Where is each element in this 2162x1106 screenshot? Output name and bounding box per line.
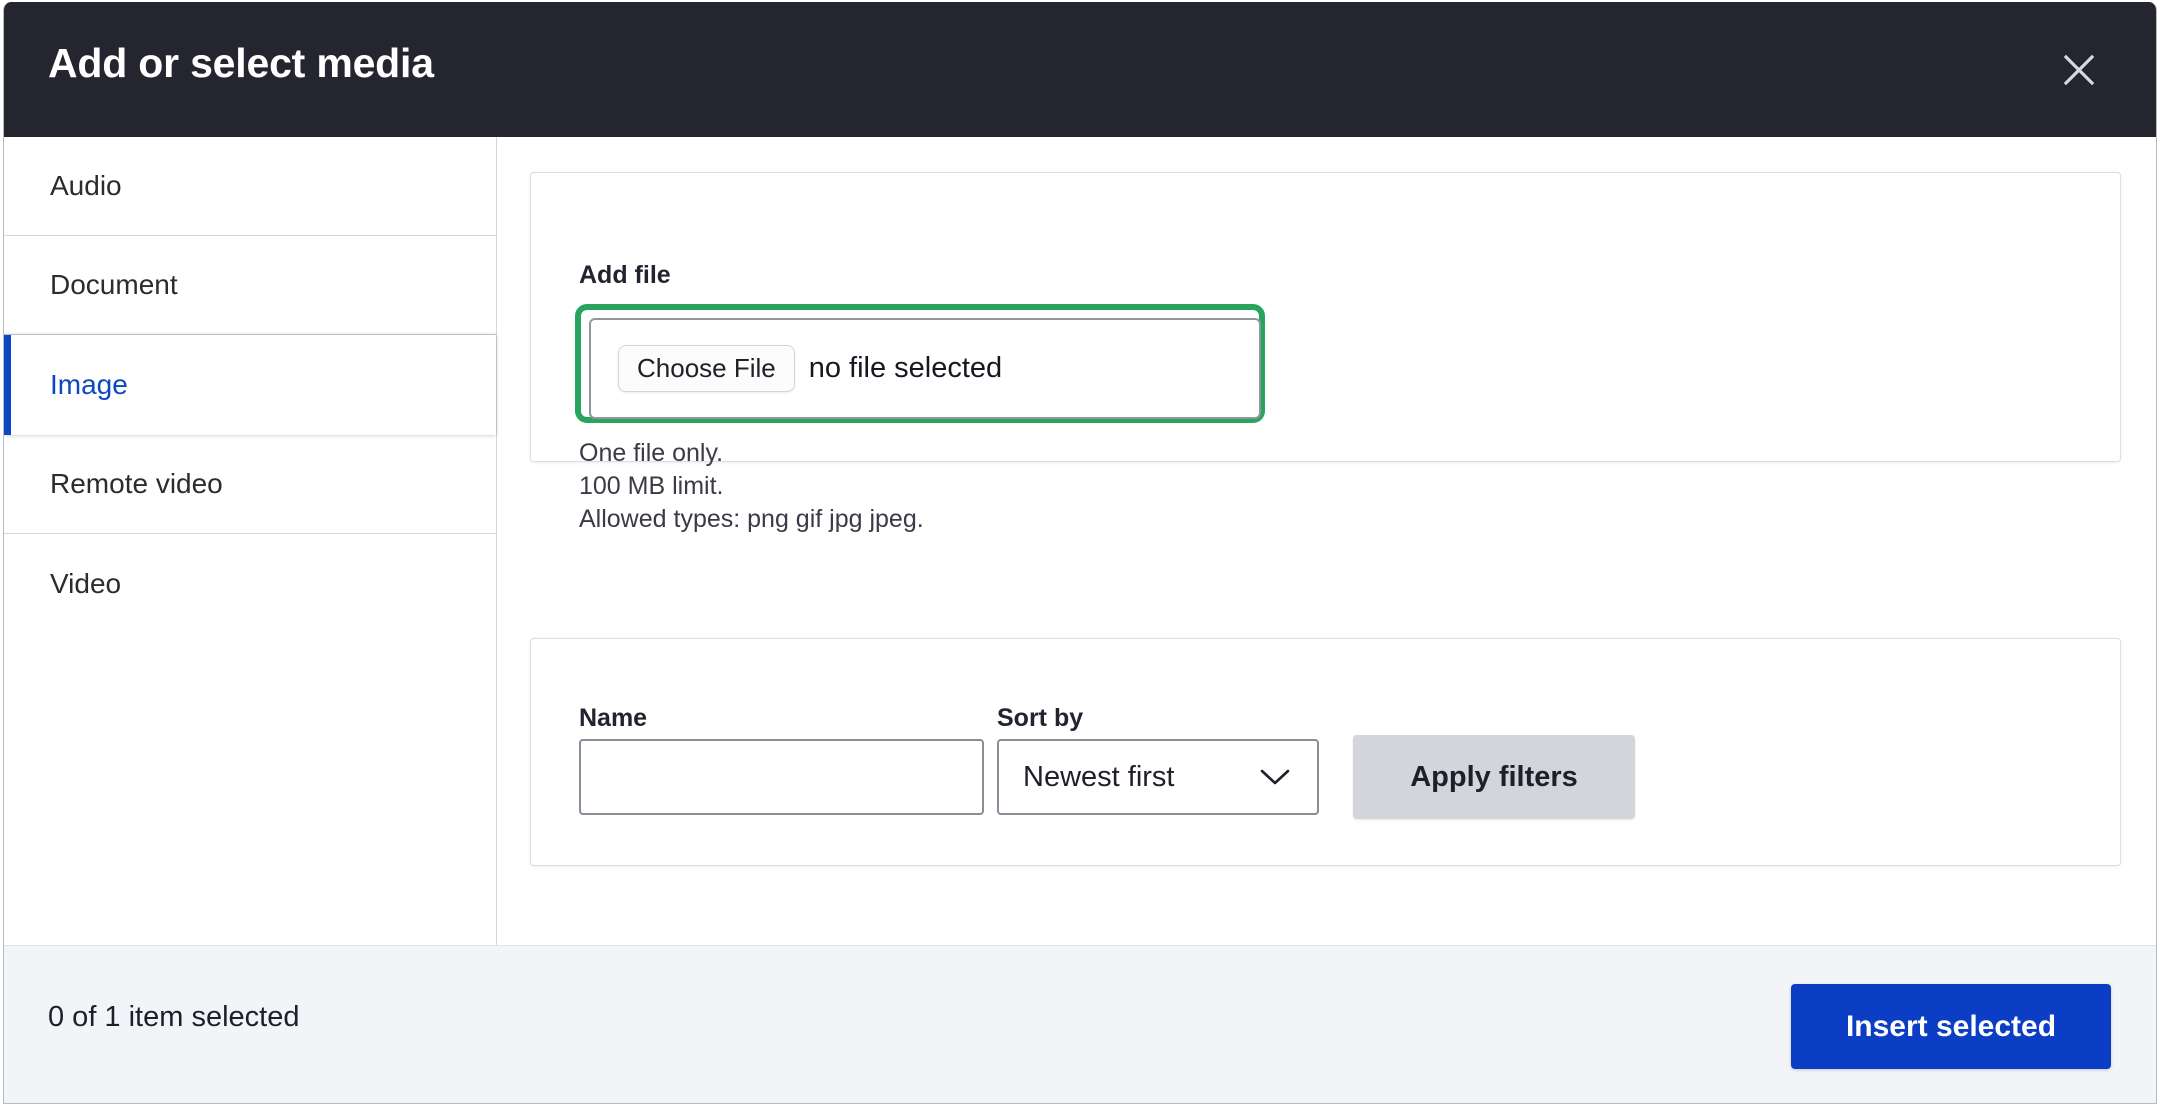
add-file-panel: Add file Choose File no file selected On… <box>530 172 2121 533</box>
sidebar-item-video[interactable]: Video <box>4 534 496 633</box>
name-label: Name <box>579 704 648 732</box>
choose-file-button[interactable]: Choose File <box>618 345 795 392</box>
file-constraints: One file only. 100 MB limit. Allowed typ… <box>579 437 924 536</box>
filters-panel: Name Sort by Newest first Apply filters <box>530 638 2121 866</box>
file-input[interactable]: Choose File no file selected <box>589 318 1261 419</box>
file-status-text: no file selected <box>808 352 1003 384</box>
hint-one-file: One file only. <box>579 439 724 467</box>
sidebar-item-label: Video <box>50 567 122 599</box>
apply-filters-button[interactable]: Apply filters <box>1353 735 1635 819</box>
sort-by-label: Sort by <box>997 704 1084 732</box>
media-dialog: Add or select media Audio Document Image <box>3 2 2157 1104</box>
sidebar-item-document[interactable]: Document <box>4 236 496 335</box>
insert-selected-button[interactable]: Insert selected <box>1791 984 2111 1069</box>
hint-size-limit: 100 MB limit. <box>579 472 724 500</box>
sidebar-item-label: Image <box>50 369 128 400</box>
sidebar-item-audio[interactable]: Audio <box>4 137 496 236</box>
sidebar-item-remote-video[interactable]: Remote video <box>4 435 496 534</box>
dialog-body: Audio Document Image Remote video Video … <box>4 137 2156 945</box>
sidebar-item-image[interactable]: Image <box>4 335 496 435</box>
sort-by-select[interactable]: Newest first <box>997 739 1319 815</box>
add-file-label: Add file <box>579 261 671 289</box>
selection-status: 0 of 1 item selected <box>48 1001 300 1033</box>
dialog-footer: 0 of 1 item selected Insert selected <box>4 945 2156 1103</box>
content-area: Add file Choose File no file selected On… <box>498 137 2156 945</box>
chevron-down-icon <box>1259 767 1291 787</box>
page-title: Add or select media <box>48 40 434 86</box>
media-type-sidebar: Audio Document Image Remote video Video <box>4 137 497 945</box>
sidebar-item-label: Document <box>50 269 178 300</box>
hint-allowed-types: Allowed types: png gif jpg jpeg. <box>579 505 924 533</box>
name-input[interactable] <box>579 739 984 815</box>
close-icon <box>2062 53 2096 87</box>
dialog-header: Add or select media <box>4 2 2156 137</box>
sort-by-value: Newest first <box>1023 760 1175 793</box>
sidebar-item-label: Audio <box>50 170 122 201</box>
close-button[interactable] <box>2051 42 2107 98</box>
sidebar-item-label: Remote video <box>50 468 223 499</box>
file-input-highlight: Choose File no file selected <box>575 304 1265 423</box>
